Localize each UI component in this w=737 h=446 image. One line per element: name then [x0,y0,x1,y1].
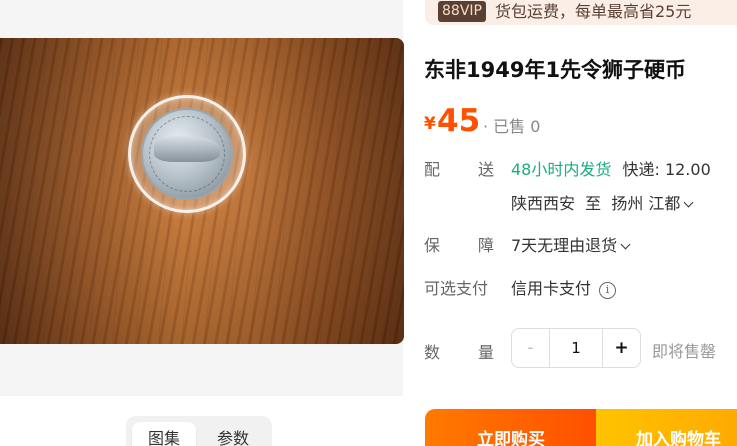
shipping-info: 48小时内发货 快递: 12.00 [511,156,711,180]
price-currency: ¥ [424,114,436,134]
shipping-speed: 48小时内发货 [511,160,612,179]
chevron-down-icon [683,197,694,208]
guarantee-label: 保障 [424,232,494,256]
tab-gallery[interactable]: 图集 [132,422,196,446]
price-value: 45 [437,103,481,139]
payment-text: 信用卡支付 [511,279,592,298]
quantity-plus-button[interactable]: + [602,329,640,367]
add-to-cart-button[interactable]: 加入购物车 [596,409,737,446]
shipping-fee: 快递: 12.00 [622,160,711,179]
payment-value: 信用卡支付 i [511,275,617,300]
quantity-input[interactable]: 1 [550,329,602,367]
sold-count: · 已售 0 [483,117,541,136]
chevron-down-icon [620,239,631,250]
shipping-route-text: 陕西西安 至 扬州 江都 [511,194,681,213]
quantity-minus-button[interactable]: - [512,329,550,367]
shipping-route[interactable]: 陕西西安 至 扬州 江都 [511,190,694,214]
quantity-label-text: 数量 [424,343,494,362]
vip-badge: 88VIP [438,1,486,22]
coin-lion-relief [154,136,220,162]
guarantee-label-text: 保障 [424,236,494,255]
stock-status: 即将售罄 [652,342,717,361]
shipping-label-text: 配送 [424,160,494,179]
info-icon[interactable]: i [599,282,617,299]
payment-label: 可选支付 [424,279,489,298]
guarantee-value[interactable]: 7天无理由退货 [511,232,631,256]
guarantee-text: 7天无理由退货 [511,236,618,255]
buy-now-button[interactable]: 立即购买 [425,409,597,446]
quantity-label: 数量 [424,339,494,363]
vip-banner-text: 货包运费，每单最高省25元 [495,2,692,21]
shipping-label: 配送 [424,156,494,180]
quantity-stepper: - 1 + [511,328,641,368]
product-title: 东非1949年1先令狮子硬币 [424,58,687,82]
tab-params[interactable]: 参数 [200,422,266,446]
